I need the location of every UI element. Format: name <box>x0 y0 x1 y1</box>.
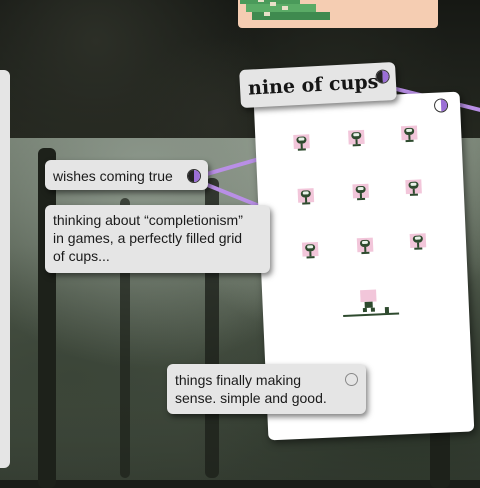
cup-icon <box>356 237 374 257</box>
cup-icon <box>293 134 310 153</box>
note-text-line: in games, a perfectly filled grid <box>53 230 243 246</box>
half-moon-icon[interactable] <box>187 169 201 183</box>
partial-left-card[interactable] <box>0 70 10 468</box>
cup-icon <box>409 233 427 252</box>
cup-icon <box>352 183 370 203</box>
cup-icon <box>405 179 422 198</box>
half-moon-icon[interactable] <box>375 69 391 84</box>
cup-icon <box>400 125 418 145</box>
card-title-label[interactable]: nine of cups <box>239 61 397 109</box>
cup-icon <box>297 188 315 207</box>
note-text-line: things finally making <box>175 372 302 388</box>
cup-icon <box>301 241 319 261</box>
note-wishes[interactable]: wishes coming true <box>45 160 208 190</box>
half-moon-icon[interactable] <box>433 98 449 113</box>
empty-circle-icon[interactable] <box>345 373 358 386</box>
note-text: wishes coming true <box>53 168 173 184</box>
note-text-line: sense. simple and good. <box>175 390 327 406</box>
tree-trunk <box>38 148 56 488</box>
seated-figure-illustration <box>343 289 400 317</box>
cup-icon <box>348 129 365 149</box>
note-completionism[interactable]: thinking about “completionism” in games,… <box>45 205 270 273</box>
note-making-sense[interactable]: things finally making sense. simple and … <box>167 364 366 414</box>
card-title: nine of cups <box>247 70 379 100</box>
note-text-line: thinking about “completionism” <box>53 212 243 228</box>
pixel-art-green <box>240 0 330 20</box>
note-text-line: of cups... <box>53 248 110 264</box>
